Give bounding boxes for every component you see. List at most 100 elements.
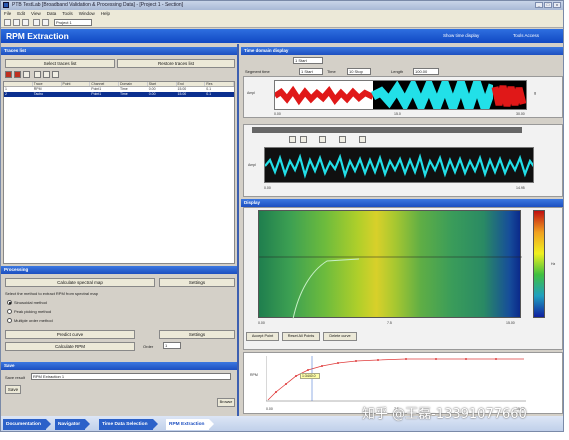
save-icon[interactable] <box>22 19 29 26</box>
table-cell: 15.00 <box>177 92 187 96</box>
order-label: Order <box>143 344 154 349</box>
window-title: PTB TestLab [Broadband Validation & Proc… <box>12 2 184 8</box>
detail-plot-frame: Ampl 0.00 14.95 <box>243 124 563 197</box>
rpm-point <box>285 383 287 385</box>
export-icon[interactable] <box>359 136 366 143</box>
spectral-overlay-svg <box>259 256 522 319</box>
rpm-point <box>377 359 379 361</box>
cursor-icon[interactable] <box>319 136 326 143</box>
order-curve <box>292 258 360 319</box>
overview-signal-plot[interactable] <box>274 80 527 110</box>
rpm-point <box>435 358 437 360</box>
table-cell <box>62 92 91 97</box>
cut-icon[interactable] <box>33 19 40 26</box>
close-button[interactable]: x <box>553 2 561 8</box>
method-note: Select the method to extract RPM from sp… <box>5 291 98 296</box>
predict-settings-button[interactable]: Settings <box>159 330 235 339</box>
browse-button[interactable]: Browse <box>217 398 235 407</box>
nav-navigator[interactable]: Navigator <box>55 419 91 430</box>
rpm-curve <box>267 358 524 401</box>
menu-view[interactable]: View <box>31 11 41 16</box>
col-end: End <box>177 82 206 86</box>
detail-cyan-trace <box>265 153 533 179</box>
watermark: 知乎 @王磊-13391077660 <box>362 407 527 422</box>
accept-point-button[interactable]: Accept Point <box>246 332 279 341</box>
restore-traces-button[interactable]: Restore traces list <box>117 59 235 68</box>
table-cell: Tacho <box>33 92 44 96</box>
zoom-out-icon[interactable] <box>300 136 307 143</box>
delete-icon[interactable] <box>52 71 59 78</box>
time-scrollbar[interactable] <box>252 127 522 133</box>
save-button[interactable]: Save <box>5 385 21 394</box>
spectral-x-end: 15.00 <box>506 321 515 325</box>
spectral-plot-frame: Hz 0.00 7.5 15.00 Accept Point Reset All… <box>243 207 563 350</box>
project-combo[interactable]: Project 1 <box>54 19 92 26</box>
minimize-button[interactable]: _ <box>535 2 543 8</box>
start-input[interactable]: 1 Start <box>299 68 323 75</box>
menu-file[interactable]: File <box>4 11 11 16</box>
rpm-point <box>307 369 309 371</box>
window-controls: _ □ x <box>535 2 561 8</box>
left-pane: Traces list Select traces list Restore t… <box>1 44 239 416</box>
rpm-curve-svg <box>266 356 526 402</box>
select-traces-button[interactable]: Select traces list <box>5 59 115 68</box>
rpm-x-start: 0.00 <box>266 407 273 411</box>
move-up-icon[interactable] <box>34 71 41 78</box>
table-cell: 0.1 <box>206 92 212 96</box>
menu-window[interactable]: Window <box>79 11 95 16</box>
save-result-input[interactable]: RPM Extraction 1 <box>31 373 231 380</box>
overview-y2-label: g <box>534 91 536 95</box>
menu-tools[interactable]: Tools <box>62 11 73 16</box>
sinusoidal-radio[interactable] <box>7 300 12 305</box>
copy-icon[interactable] <box>42 19 49 26</box>
multiple-order-radio[interactable] <box>7 318 12 323</box>
nav-rpm-extraction[interactable]: RPM Extraction <box>166 419 215 430</box>
detail-y-label: Ampl <box>248 163 256 167</box>
spectral-x-mid: 7.5 <box>387 321 392 325</box>
nav-time-data-selection[interactable]: Time Data Selection <box>99 419 157 430</box>
menu-edit[interactable]: Edit <box>17 11 25 16</box>
menu-data[interactable]: Data <box>47 11 57 16</box>
add-icon[interactable] <box>5 71 12 78</box>
remove-icon[interactable] <box>14 71 21 78</box>
peak-picking-radio[interactable] <box>7 309 12 314</box>
new-icon[interactable] <box>4 19 11 26</box>
spectral-display-header: Display <box>241 199 563 207</box>
spectral-settings-button[interactable]: Settings <box>159 278 235 287</box>
col-domain: Domain <box>119 82 148 86</box>
rpm-point <box>275 391 277 393</box>
move-down-icon[interactable] <box>43 71 50 78</box>
traces-list-header: Traces list <box>1 47 237 55</box>
table-row-selected[interactable]: 2 Tacho Point1 Time 0.00 15.00 0.1 <box>4 92 234 97</box>
open-icon[interactable] <box>13 19 20 26</box>
rpm-y-label: RPM <box>250 373 258 377</box>
show-time-display-link[interactable]: Show time display <box>443 33 479 38</box>
order-input[interactable]: 1 <box>163 342 181 349</box>
reset-points-button[interactable]: Reset All Points <box>282 332 320 341</box>
rpm-point <box>295 375 297 377</box>
color-scale <box>533 210 545 318</box>
nav-documentation[interactable]: Documentation <box>3 419 51 430</box>
length-input[interactable]: 100.00 <box>413 68 439 75</box>
red-burst-trace <box>491 85 526 107</box>
menu-help[interactable]: Help <box>101 11 110 16</box>
time-label: Time <box>327 69 336 74</box>
zoom-in-icon[interactable] <box>289 136 296 143</box>
calculate-spectral-map-button[interactable]: Calculate spectral map <box>5 278 155 287</box>
maximize-button[interactable]: □ <box>544 2 552 8</box>
properties-icon[interactable] <box>23 71 30 78</box>
segment-input[interactable]: 1 Start <box>293 57 323 64</box>
print-icon[interactable] <box>339 136 346 143</box>
tools-access-link[interactable]: Tools Access <box>513 33 539 38</box>
traces-table: Trace Point Channel Domain Start End Res… <box>3 81 235 264</box>
spectral-x-start: 0.00 <box>258 321 265 325</box>
col-res: Res <box>205 82 234 86</box>
col-start: Start <box>148 82 177 86</box>
predict-curve-button[interactable]: Predict curve <box>5 330 135 339</box>
stop-input[interactable]: 10 Stop <box>347 68 371 75</box>
overview-x-start: 0.00 <box>274 112 281 116</box>
calculate-rpm-button[interactable]: Calculate RPM <box>5 342 135 351</box>
detail-signal-plot[interactable] <box>264 147 534 183</box>
delete-curve-button[interactable]: Delete curve <box>323 332 357 341</box>
spectral-map[interactable] <box>258 210 522 319</box>
